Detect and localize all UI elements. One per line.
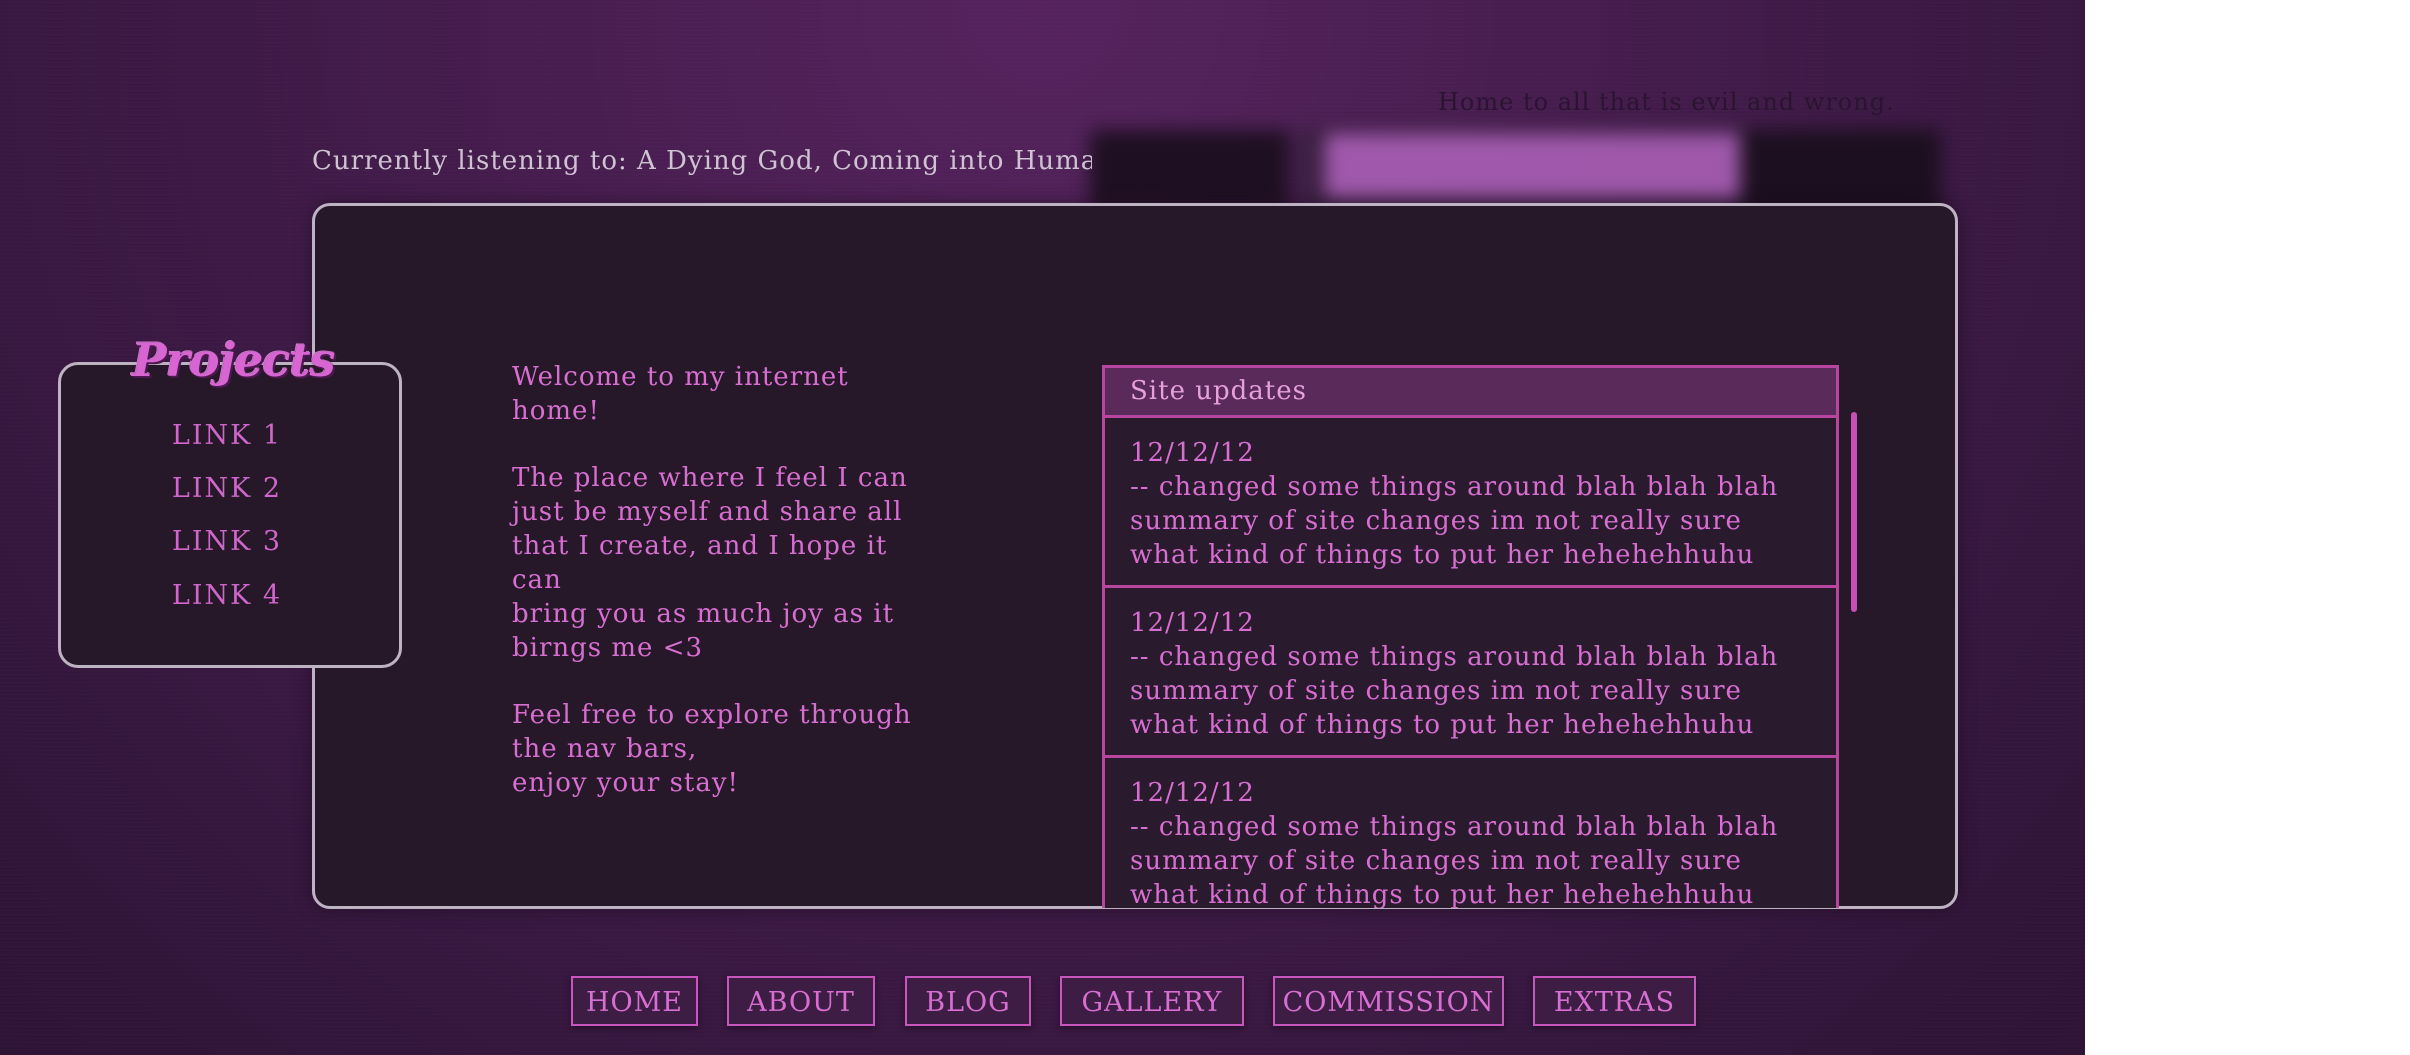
projects-title: Projects	[132, 333, 336, 387]
update-entry: 12/12/12 -- changed some things around b…	[1105, 418, 1836, 588]
nav-about-button[interactable]: ABOUT	[727, 976, 875, 1026]
site-updates-title: Site updates	[1105, 368, 1836, 418]
updates-scrollbar[interactable]	[1851, 412, 1857, 612]
welcome-paragraph-1: The place where I feel I can just be mys…	[512, 463, 908, 663]
sidebar-link-1[interactable]: LINK 1	[58, 420, 396, 451]
now-playing-marquee: Currently listening to: A Dying God, Com…	[312, 146, 1092, 176]
update-entry: 12/12/12 -- changed some things around b…	[1105, 588, 1836, 758]
nav-gallery-button[interactable]: GALLERY	[1060, 976, 1244, 1026]
nav-home-button[interactable]: HOME	[571, 976, 698, 1026]
welcome-text: Welcome to my internet home! The place w…	[512, 360, 942, 833]
projects-sidebar	[58, 362, 402, 668]
nav-extras-button[interactable]: EXTRAS	[1533, 976, 1696, 1026]
welcome-paragraph-2: Feel free to explore through the nav bar…	[512, 700, 912, 798]
nav-commission-button[interactable]: COMMISSION	[1273, 976, 1504, 1026]
site-tagline: Home to all that is evil and wrong.	[1438, 88, 1895, 116]
site-updates-box[interactable]: Site updates 12/12/12 -- changed some th…	[1102, 365, 1839, 908]
update-entry: 12/12/12 -- changed some things around b…	[1105, 758, 1836, 908]
sidebar-link-4[interactable]: LINK 4	[58, 580, 396, 611]
page-background: Home to all that is evil and wrong. ....…	[0, 0, 2085, 1055]
sidebar-link-3[interactable]: LINK 3	[58, 526, 396, 557]
sidebar-link-2[interactable]: LINK 2	[58, 473, 396, 504]
welcome-heading: Welcome to my internet home!	[512, 362, 849, 426]
nav-blog-button[interactable]: BLOG	[905, 976, 1031, 1026]
